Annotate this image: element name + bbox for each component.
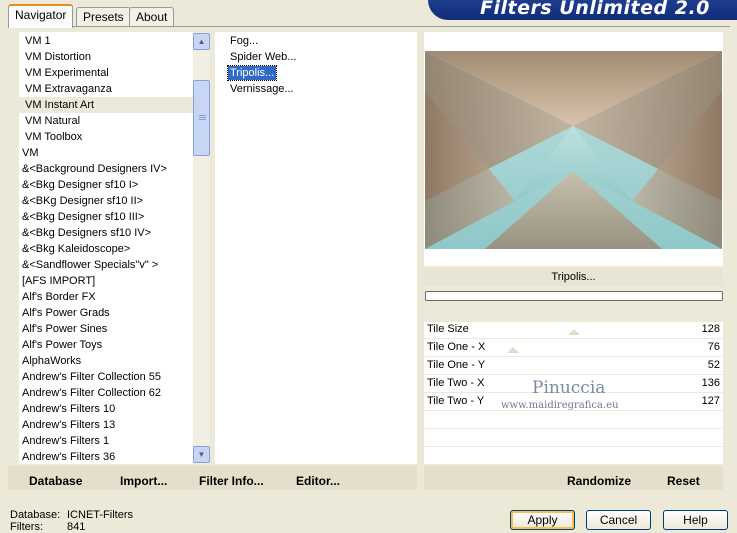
category-item[interactable]: Alf's Border FX: [19, 289, 193, 305]
tab-navigator-active[interactable]: Navigator: [8, 4, 74, 28]
category-item[interactable]: Andrew's Filter Collection 55: [19, 369, 193, 385]
filter-item-label: Vernissage...: [230, 83, 294, 95]
filter-name-label: Tripolis...: [424, 268, 723, 286]
filter-info-menu[interactable]: Filter Info...: [199, 474, 264, 488]
category-item[interactable]: &<Background Designers IV>: [19, 161, 193, 177]
tab-presets[interactable]: Presets: [76, 7, 131, 26]
database-menu[interactable]: Database: [29, 474, 82, 488]
progress-bar: [425, 291, 723, 301]
filters-status-value: 841: [67, 521, 86, 533]
category-item[interactable]: VM Distortion: [19, 49, 193, 65]
param-row[interactable]: Tile One - X 76: [424, 340, 723, 357]
category-item[interactable]: &<Bkg Designer sf10 I>: [19, 177, 193, 193]
param-name: Tile One - Y: [427, 359, 486, 371]
param-name: Tile Size: [427, 323, 469, 335]
category-item[interactable]: Andrew's Filter Collection 62: [19, 385, 193, 401]
category-item[interactable]: &<Bkg Kaleidoscope>: [19, 241, 193, 257]
param-value: 52: [707, 359, 720, 371]
editor-menu[interactable]: Editor...: [296, 474, 340, 488]
filter-list: Fog... Spider Web... Tripolis... Vernissage…: [215, 32, 417, 97]
filter-item-label: Spider Web...: [230, 51, 297, 63]
category-item[interactable]: [AFS IMPORT]: [19, 273, 193, 289]
param-row-empty: [424, 412, 723, 429]
filter-item-label: Tripolis...: [226, 65, 278, 81]
category-item[interactable]: VM 1: [19, 33, 193, 49]
param-value: 136: [701, 377, 720, 389]
category-item[interactable]: Andrew's Filters 1: [19, 433, 193, 449]
filter-item[interactable]: Tripolis...: [226, 65, 417, 81]
preview-panel: [424, 32, 723, 266]
apply-button[interactable]: Apply: [510, 510, 575, 530]
category-item[interactable]: Alf's Power Sines: [19, 321, 193, 337]
reset-button[interactable]: Reset: [667, 474, 700, 488]
up-arrow-icon[interactable]: ▲: [193, 33, 210, 50]
database-status-label: Database:: [10, 509, 61, 521]
category-item[interactable]: Andrew's Filters 10: [19, 401, 193, 417]
app-title-banner: Filters Unlimited 2.0: [428, 0, 737, 20]
param-name: Tile One - X: [427, 341, 486, 353]
param-row-empty: [424, 448, 723, 465]
category-item[interactable]: VM Natural: [19, 113, 193, 129]
category-item[interactable]: Alf's Power Grads: [19, 305, 193, 321]
slider-thumb[interactable]: [507, 347, 519, 353]
category-item[interactable]: AlphaWorks: [19, 353, 193, 369]
category-item[interactable]: VM Toolbox: [19, 129, 193, 145]
param-value: 76: [707, 341, 720, 353]
help-button[interactable]: Help: [663, 510, 728, 530]
down-arrow-icon[interactable]: ▼: [193, 446, 210, 463]
filter-item[interactable]: Fog...: [228, 33, 417, 49]
preview-image: [425, 51, 722, 249]
param-row[interactable]: Tile One - Y 52: [424, 358, 723, 375]
filter-item[interactable]: Spider Web...: [228, 49, 417, 65]
category-item[interactable]: &<Sandflower Specials"v" >: [19, 257, 193, 273]
filters-status-label: Filters:: [10, 521, 43, 533]
watermark-title: Pinuccia: [532, 378, 606, 398]
category-item[interactable]: Andrew's Filters 36: [19, 449, 193, 464]
category-item[interactable]: VM Extravaganza: [19, 81, 193, 97]
database-status-value: ICNET-Filters: [67, 509, 133, 521]
category-list: VM 1 VM Distortion VM Experimental VM Extra…: [19, 32, 193, 464]
filter-list-panel: Fog... Spider Web... Tripolis... Vernissage…: [215, 32, 417, 464]
param-name: Tile Two - X: [427, 377, 485, 389]
slider-thumb[interactable]: [568, 329, 580, 335]
category-list-panel: VM 1 VM Distortion VM Experimental VM Extra…: [19, 32, 193, 464]
filter-item[interactable]: Vernissage...: [228, 81, 417, 97]
category-item[interactable]: VM Instant Art: [19, 97, 193, 113]
category-item[interactable]: &<Bkg Designer sf10 III>: [19, 209, 193, 225]
watermark-url: www.maidiregrafica.eu: [501, 400, 619, 411]
param-name: Tile Two - Y: [427, 395, 485, 407]
tab-frame-border: [8, 26, 730, 27]
category-item[interactable]: Andrew's Filters 13: [19, 417, 193, 433]
param-row-empty: [424, 430, 723, 447]
scrollbar-thumb[interactable]: [193, 80, 210, 156]
category-item[interactable]: Alf's Power Toys: [19, 337, 193, 353]
param-value: 128: [701, 323, 720, 335]
randomize-button[interactable]: Randomize: [567, 474, 631, 488]
app-title: Filters Unlimited 2.0: [480, 0, 710, 19]
category-scrollbar[interactable]: ▲ ▼: [193, 32, 210, 464]
category-item[interactable]: VM: [19, 145, 193, 161]
tab-about[interactable]: About: [129, 7, 175, 26]
param-value: 127: [701, 395, 720, 407]
category-item[interactable]: &<Bkg Designers sf10 IV>: [19, 225, 193, 241]
category-item[interactable]: &<BKg Designer sf10 II>: [19, 193, 193, 209]
import-menu[interactable]: Import...: [120, 474, 167, 488]
category-item[interactable]: VM Experimental: [19, 65, 193, 81]
filter-item-label: Fog...: [230, 35, 259, 47]
cancel-button[interactable]: Cancel: [586, 510, 651, 530]
